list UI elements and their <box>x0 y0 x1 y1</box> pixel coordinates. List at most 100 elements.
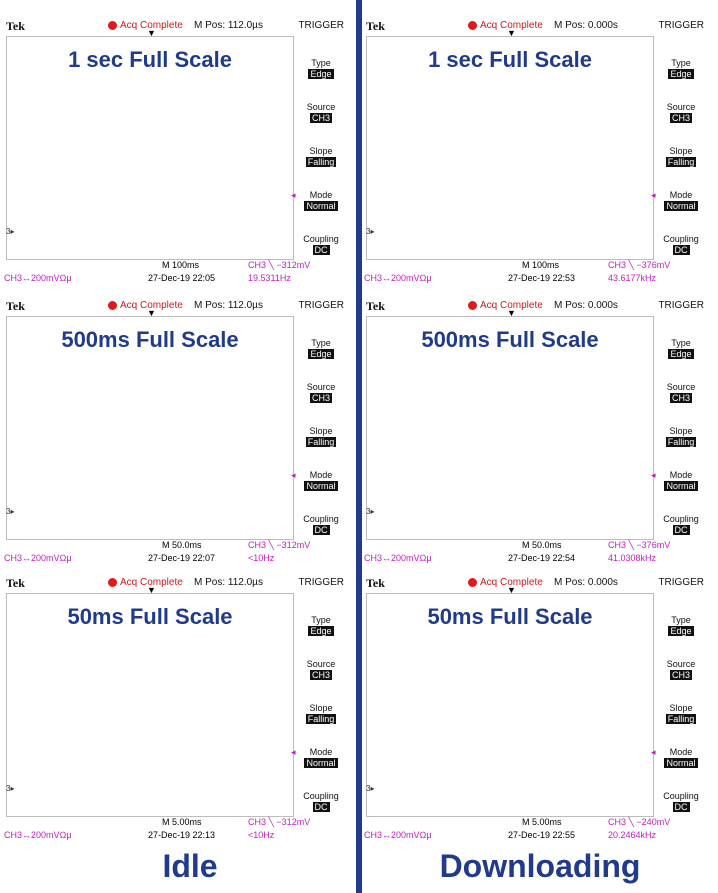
menu-item-label: Slope <box>669 426 693 436</box>
scope-header: Tek Acq Complete M Pos: 112.0µs TRIGGER <box>4 575 348 591</box>
menu-item-label: Source <box>666 659 696 669</box>
trigger-menu-item[interactable]: Mode Normal <box>656 190 706 211</box>
trigger-menu-item[interactable]: Source CH3 <box>656 382 706 403</box>
trigger-menu-item[interactable]: Source CH3 <box>656 659 706 680</box>
menu-item-label: Coupling <box>663 234 699 244</box>
menu-item-value: Normal <box>304 758 338 768</box>
trigger-menu-item[interactable]: Type Edge <box>296 58 346 79</box>
menu-item-label: Slope <box>309 146 333 156</box>
menu-item-label: Slope <box>309 426 333 436</box>
trigger-menu-title: TRIGGER <box>298 20 344 31</box>
trigger-menu-item[interactable]: Slope Falling <box>656 146 706 167</box>
trigger-menu-item[interactable]: Coupling DC <box>296 791 346 812</box>
trigger-menu-item[interactable]: Source CH3 <box>296 659 346 680</box>
trigger-status-icon <box>420 20 434 30</box>
menu-item-value: DC <box>672 245 690 255</box>
trigger-menu-item[interactable]: Coupling DC <box>296 234 346 255</box>
trigger-menu-item[interactable]: Mode Normal <box>656 747 706 768</box>
tek-logo: Tek <box>6 576 25 590</box>
channel-scale: CH3↔200mVΩμ <box>364 553 432 563</box>
menu-item-value: CH3 <box>309 670 332 680</box>
trigger-menu-item[interactable]: Type Edge <box>296 338 346 359</box>
menu-item-value: Normal <box>664 758 698 768</box>
trigger-level-marker-icon: ◂ <box>291 470 296 480</box>
tek-logo: Tek <box>366 299 385 313</box>
trigger-menu-item[interactable]: Slope Falling <box>296 146 346 167</box>
channel-ground-marker-icon: 3▸ <box>366 227 375 236</box>
frequency-readout: <10Hz <box>248 553 275 563</box>
trigger-status-icon <box>60 20 74 30</box>
trigger-menu-item[interactable]: Source CH3 <box>296 382 346 403</box>
time-scale: M 5.00ms <box>522 817 562 827</box>
trigger-menu-item[interactable]: Slope Falling <box>656 703 706 724</box>
trigger-menu-item[interactable]: Mode Normal <box>296 190 346 211</box>
trigger-status-icon <box>420 577 434 587</box>
trigger-menu-item[interactable]: Type Edge <box>296 615 346 636</box>
horizontal-position: M Pos: 112.0µs <box>194 300 263 311</box>
menu-item-label: Type <box>671 615 691 625</box>
trigger-menu-item[interactable]: Type Edge <box>656 58 706 79</box>
channel-scale: CH3↔200mVΩμ <box>4 830 72 840</box>
menu-item-value: DC <box>672 802 690 812</box>
menu-item-value: Normal <box>304 481 338 491</box>
horizontal-position: M Pos: 112.0µs <box>194 20 263 31</box>
trigger-menu: Type Edge Source CH3 Slope Falling Mode Normal C… <box>296 36 346 258</box>
scope-panel: Tek Acq Complete M Pos: 112.0µs TRIGGER … <box>4 575 348 843</box>
scope-footer: M 50.0ms 27-Dec-19 22:07 CH3 ╲ −312mV <1… <box>4 540 348 566</box>
menu-item-label: Mode <box>309 747 333 757</box>
menu-item-label: Source <box>666 382 696 392</box>
menu-item-label: Type <box>311 615 331 625</box>
menu-item-label: Type <box>671 338 691 348</box>
time-scale: M 50.0ms <box>162 540 202 550</box>
trigger-status-icon <box>60 577 74 587</box>
scope-footer: M 5.00ms 27-Dec-19 22:13 CH3 ╲ −312mV <1… <box>4 817 348 843</box>
trigger-menu-item[interactable]: Slope Falling <box>656 426 706 447</box>
trigger-menu-item[interactable]: Coupling DC <box>656 791 706 812</box>
menu-item-value: DC <box>312 525 330 535</box>
channel-scale: CH3↔200mVΩμ <box>4 553 72 563</box>
trigger-menu-item[interactable]: Coupling DC <box>296 514 346 535</box>
menu-item-value: Edge <box>668 626 694 636</box>
frequency-readout: 19.5311Hz <box>248 273 291 283</box>
acquisition-indicator-icon <box>108 301 117 310</box>
scale-title: 50ms Full Scale <box>427 604 593 629</box>
channel-ground-marker-icon: 3▸ <box>6 784 15 793</box>
scale-title: 50ms Full Scale <box>67 604 233 629</box>
trigger-menu-item[interactable]: Mode Normal <box>656 470 706 491</box>
menu-item-value: Normal <box>664 201 698 211</box>
tek-logo: Tek <box>6 299 25 313</box>
trigger-menu-item[interactable]: Slope Falling <box>296 426 346 447</box>
trigger-level: CH3 ╲ −312mV <box>248 540 311 550</box>
trigger-level: CH3 ╲ −376mV <box>608 260 671 270</box>
scale-title: 1 sec Full Scale <box>68 47 232 72</box>
trigger-menu-item[interactable]: Mode Normal <box>296 747 346 768</box>
trigger-menu: Type Edge Source CH3 Slope Falling Mode Normal C… <box>296 316 346 538</box>
time-scale: M 50.0ms <box>522 540 562 550</box>
scope-panel: Tek Acq Complete M Pos: 0.000s TRIGGER 1… <box>364 18 708 286</box>
tek-logo: Tek <box>366 19 385 33</box>
trigger-menu-item[interactable]: Coupling DC <box>656 514 706 535</box>
channel-scale: CH3↔200mVΩμ <box>364 273 432 283</box>
trigger-menu-item[interactable]: Mode Normal <box>296 470 346 491</box>
menu-item-value: Falling <box>305 157 337 167</box>
menu-item-value: Edge <box>308 69 334 79</box>
trigger-menu-item[interactable]: Type Edge <box>656 615 706 636</box>
trigger-menu-item[interactable]: Source CH3 <box>656 102 706 123</box>
trigger-menu-title: TRIGGER <box>298 300 344 311</box>
trigger-menu-item[interactable]: Coupling DC <box>656 234 706 255</box>
acquisition-indicator-icon <box>108 21 117 30</box>
menu-item-value: Normal <box>304 201 338 211</box>
trigger-menu-item[interactable]: Type Edge <box>656 338 706 359</box>
trigger-menu-title: TRIGGER <box>658 577 704 588</box>
graticule: 1 sec Full Scale 3▸ <box>6 36 294 260</box>
trigger-menu-item[interactable]: Source CH3 <box>296 102 346 123</box>
menu-item-value: CH3 <box>669 393 692 403</box>
trigger-level: CH3 ╲ −376mV <box>608 540 671 550</box>
trigger-status-icon <box>420 300 434 310</box>
trigger-menu-item[interactable]: Slope Falling <box>296 703 346 724</box>
trigger-level-marker-icon: ◂ <box>651 747 656 757</box>
scope-header: Tek Acq Complete M Pos: 112.0µs TRIGGER <box>4 18 348 34</box>
trigger-menu-title: TRIGGER <box>298 577 344 588</box>
trigger-level: CH3 ╲ −312mV <box>248 260 311 270</box>
timestamp: 27-Dec-19 22:13 <box>148 830 216 840</box>
